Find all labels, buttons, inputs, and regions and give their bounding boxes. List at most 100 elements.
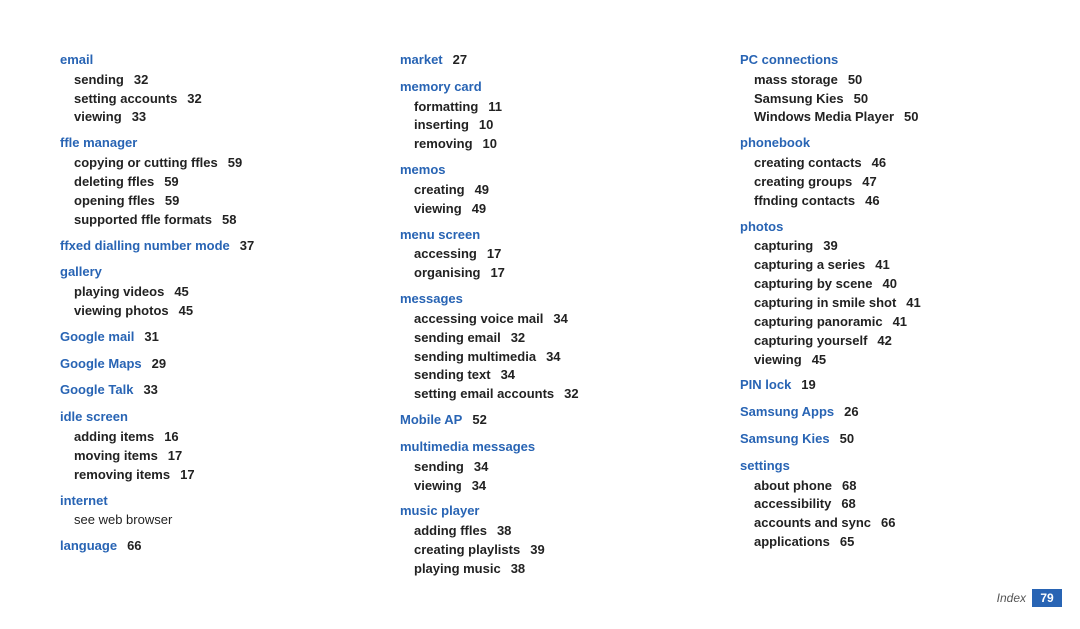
index-subentry[interactable]: removing10 [400, 135, 680, 154]
index-heading[interactable]: multimedia messages [400, 437, 680, 458]
page-ref: 68 [842, 478, 856, 493]
page-ref: 17 [180, 467, 194, 482]
index-subentry[interactable]: deleting ffles59 [60, 173, 340, 192]
index-subentry[interactable]: moving items17 [60, 447, 340, 466]
index-subentry[interactable]: adding items16 [60, 428, 340, 447]
index-subentry[interactable]: creating49 [400, 181, 680, 200]
page-ref: 42 [877, 333, 891, 348]
index-subentry[interactable]: applications65 [740, 533, 1020, 552]
index-heading[interactable]: ffxed dialling number mode37 [60, 236, 340, 257]
index-subentry[interactable]: organising17 [400, 264, 680, 283]
index-subentry[interactable]: creating groups47 [740, 173, 1020, 192]
page-ref: 41 [893, 314, 907, 329]
index-heading[interactable]: music player [400, 501, 680, 522]
index-subentry[interactable]: inserting10 [400, 116, 680, 135]
index-subentry[interactable]: creating contacts46 [740, 154, 1020, 173]
index-subentry-text: ffnding contacts [754, 193, 855, 208]
index-subentry[interactable]: accessing voice mail34 [400, 310, 680, 329]
page-ref: 32 [187, 91, 201, 106]
index-subentry-text: Windows Media Player [754, 109, 894, 124]
index-heading[interactable]: gallery [60, 262, 340, 283]
index-subentry-text: viewing photos [74, 303, 169, 318]
index-heading[interactable]: Google Talk33 [60, 380, 340, 401]
index-heading[interactable]: PIN lock19 [740, 375, 1020, 396]
index-section: ffxed dialling number mode37 [60, 236, 340, 257]
index-heading[interactable]: memory card [400, 77, 680, 98]
index-heading[interactable]: market27 [400, 50, 680, 71]
index-subentry[interactable]: setting accounts32 [60, 90, 340, 109]
index-heading[interactable]: PC connections [740, 50, 1020, 71]
index-section: idle screenadding items16moving items17r… [60, 407, 340, 484]
index-subentry-text: playing videos [74, 284, 164, 299]
index-subentry[interactable]: capturing a series41 [740, 256, 1020, 275]
index-heading[interactable]: memos [400, 160, 680, 181]
index-subentry[interactable]: sending34 [400, 458, 680, 477]
index-subentry[interactable]: capturing yourself42 [740, 332, 1020, 351]
index-subentry[interactable]: mass storage50 [740, 71, 1020, 90]
index-subentry[interactable]: opening ffles59 [60, 192, 340, 211]
index-subentry-text: sending email [414, 330, 501, 345]
index-subentry[interactable]: viewing49 [400, 200, 680, 219]
index-heading-text: phonebook [740, 135, 810, 150]
index-subentry[interactable]: copying or cutting ffles59 [60, 154, 340, 173]
index-subentry[interactable]: viewing34 [400, 477, 680, 496]
index-subentry[interactable]: sending text34 [400, 366, 680, 385]
index-subentry[interactable]: removing items 17 [60, 466, 340, 485]
index-heading[interactable]: language66 [60, 536, 340, 557]
index-subentry-text: viewing [414, 201, 462, 216]
page-ref: 40 [882, 276, 896, 291]
index-subentry[interactable]: sending32 [60, 71, 340, 90]
page-ref: 41 [906, 295, 920, 310]
index-subentry[interactable]: setting email accounts32 [400, 385, 680, 404]
index-subentry[interactable]: viewing33 [60, 108, 340, 127]
index-subentry[interactable]: formatting11 [400, 98, 680, 117]
index-section: memoscreating49viewing49 [400, 160, 680, 218]
index-section: internetsee web browser [60, 491, 340, 531]
index-heading[interactable]: Samsung Apps26 [740, 402, 1020, 423]
index-subentry-text: creating groups [754, 174, 852, 189]
index-heading-text: multimedia messages [400, 439, 535, 454]
index-heading[interactable]: messages [400, 289, 680, 310]
index-subentry[interactable]: capturing panoramic41 [740, 313, 1020, 332]
index-subentry[interactable]: accessibility68 [740, 495, 1020, 514]
index-subentry[interactable]: Samsung Kies50 [740, 90, 1020, 109]
index-subentry[interactable]: about phone68 [740, 477, 1020, 496]
index-subentry[interactable]: sending email32 [400, 329, 680, 348]
index-heading[interactable]: menu screen [400, 225, 680, 246]
index-subentry[interactable]: capturing in smile shot41 [740, 294, 1020, 313]
index-heading[interactable]: Google mail31 [60, 327, 340, 348]
index-subentry[interactable]: viewing45 [740, 351, 1020, 370]
index-subentry[interactable]: supported ffle formats58 [60, 211, 340, 230]
index-heading[interactable]: settings [740, 456, 1020, 477]
index-subentry[interactable]: Windows Media Player50 [740, 108, 1020, 127]
index-heading[interactable]: Samsung Kies50 [740, 429, 1020, 450]
footer-label: Index [997, 591, 1026, 605]
index-heading[interactable]: Google Maps29 [60, 354, 340, 375]
page-ref: 68 [841, 496, 855, 511]
index-subentry[interactable]: ffnding contacts 46 [740, 192, 1020, 211]
index-subentry[interactable]: playing music38 [400, 560, 680, 579]
index-subentry[interactable]: playing videos45 [60, 283, 340, 302]
index-heading[interactable]: email [60, 50, 340, 71]
index-subentry[interactable]: viewing photos45 [60, 302, 340, 321]
index-subentry[interactable]: capturing39 [740, 237, 1020, 256]
index-subentry-text: creating [414, 182, 465, 197]
index-heading[interactable]: idle screen [60, 407, 340, 428]
index-heading[interactable]: phonebook [740, 133, 1020, 154]
index-heading[interactable]: internet [60, 491, 340, 512]
index-subentry-text: removing items [74, 467, 170, 482]
index-heading-text: PIN lock [740, 377, 791, 392]
index-heading[interactable]: ffle manager [60, 133, 340, 154]
index-heading[interactable]: Mobile AP52 [400, 410, 680, 431]
page-ref: 11 [488, 99, 502, 114]
index-subentry-text: accounts and sync [754, 515, 871, 530]
index-subentry[interactable]: adding ffles38 [400, 522, 680, 541]
index-subentry[interactable]: sending multimedia34 [400, 348, 680, 367]
index-heading[interactable]: photos [740, 217, 1020, 238]
index-subentry[interactable]: capturing by scene 40 [740, 275, 1020, 294]
index-subentry[interactable]: creating playlists39 [400, 541, 680, 560]
index-subentry[interactable]: accessing17 [400, 245, 680, 264]
page-ref: 46 [865, 193, 879, 208]
index-subentry-text: capturing by scene [754, 276, 872, 291]
index-subentry[interactable]: accounts and sync66 [740, 514, 1020, 533]
